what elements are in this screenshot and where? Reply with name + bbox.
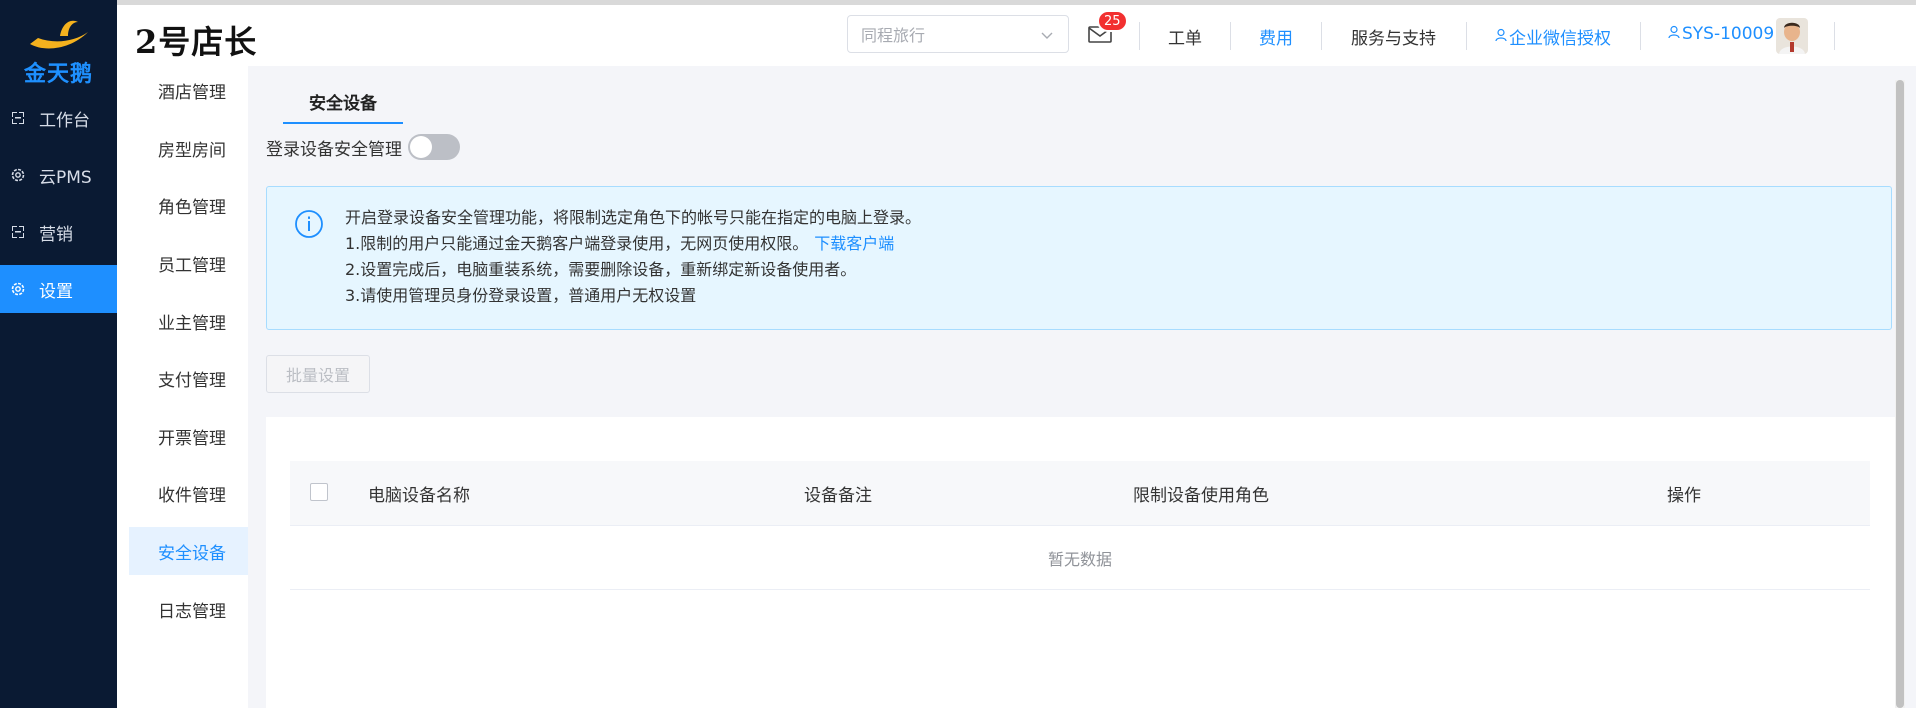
logo: 金天鹅 (0, 6, 117, 87)
left-rail: 金天鹅 工作台 云PMS 营销 设置 (0, 0, 117, 708)
rail-item-marketing[interactable]: 营销 (0, 208, 117, 256)
notice-line: 开启登录设备安全管理功能，将限制选定角色下的帐号只能在指定的电脑上登录。 (345, 208, 922, 227)
rail-item-cloud-pms[interactable]: 云PMS (0, 151, 117, 199)
workbench-icon (9, 109, 27, 127)
user-id-label: SYS-10009 (1682, 24, 1775, 44)
toggle-label: 登录设备安全管理 (266, 139, 402, 160)
submenu-item-roles[interactable]: 角色管理 (129, 181, 248, 229)
column-device-name: 电脑设备名称 (368, 486, 470, 506)
notice-line-text: 1.限制的用户只能通过金天鹅客户端登录使用，无网页使用权限。 (345, 234, 809, 253)
hotel-select-value: 同程旅行 (861, 26, 926, 45)
submenu-item-payment[interactable]: 支付管理 (129, 354, 248, 402)
submenu-item-logs[interactable]: 日志管理 (129, 585, 248, 633)
swan-logo-icon (30, 20, 88, 49)
marketing-icon (9, 223, 27, 241)
divider (1640, 22, 1641, 50)
rail-item-workbench[interactable]: 工作台 (0, 94, 117, 142)
notice-line: 1.限制的用户只能通过金天鹅客户端登录使用，无网页使用权限。 下载客户端 (345, 231, 921, 257)
notice-line: 2.设置完成后，电脑重装系统，需要删除设备，重新绑定新设备使用者。 (345, 260, 857, 279)
user-account-link[interactable]: SYS-10009 (1668, 24, 1774, 44)
submenu-item-staff[interactable]: 员工管理 (129, 239, 248, 287)
ticket-link[interactable]: 工单 (1168, 24, 1202, 49)
notice-text: 开启登录设备安全管理功能，将限制选定角色下的帐号只能在指定的电脑上登录。 1.限… (345, 205, 921, 309)
table-empty-state: 暂无数据 (290, 526, 1870, 590)
rail-item-label: 营销 (39, 224, 73, 245)
user-icon (1495, 27, 1507, 47)
rail-item-settings[interactable]: 设置 (0, 265, 117, 313)
device-security-switch[interactable] (408, 134, 460, 160)
logo-text: 金天鹅 (23, 62, 93, 87)
device-table: 电脑设备名称 设备备注 限制设备使用角色 操作 暂无数据 (290, 461, 1870, 590)
service-support-link[interactable]: 服务与支持 (1351, 24, 1436, 49)
switch-knob (410, 136, 432, 158)
submenu-item-receiving[interactable]: 收件管理 (129, 469, 248, 517)
info-icon (294, 209, 324, 243)
settings-submenu: 酒店管理 房型房间 角色管理 员工管理 业主管理 支付管理 开票管理 收件管理 … (117, 66, 248, 708)
user-icon (1668, 24, 1680, 44)
chevron-down-icon (1040, 27, 1054, 46)
device-security-toggle-row: 登录设备安全管理 (266, 134, 460, 160)
submenu-item-security-devices[interactable]: 安全设备 (129, 527, 248, 575)
column-restricted-roles: 限制设备使用角色 (1133, 486, 1269, 506)
divider (1466, 22, 1467, 50)
scrollbar-thumb[interactable] (1896, 80, 1904, 708)
submenu-item-invoice[interactable]: 开票管理 (129, 412, 248, 460)
wechat-auth-label: 企业微信授权 (1509, 29, 1611, 49)
avatar[interactable] (1776, 18, 1808, 54)
brand-title: 2号店长 (135, 23, 258, 61)
wechat-auth-link[interactable]: 企业微信授权 (1495, 24, 1611, 49)
main-content: 安全设备 登录设备安全管理 开启登录设备安全管理功能，将限制选定角色下的帐号只能… (248, 66, 1895, 708)
download-client-link[interactable]: 下载客户端 (814, 234, 894, 253)
rail-item-label: 设置 (39, 281, 73, 302)
info-notice: 开启登录设备安全管理功能，将限制选定角色下的帐号只能在指定的电脑上登录。 1.限… (266, 186, 1892, 330)
submenu-item-owners[interactable]: 业主管理 (129, 297, 248, 345)
column-device-note: 设备备注 (804, 486, 872, 506)
mail-badge: 25 (1097, 10, 1128, 32)
top-header: 2号店长 同程旅行 25 工单 费用 服务与支持 企业微信授权 SYS-1000… (117, 0, 1916, 66)
divider (1230, 22, 1231, 50)
submenu-item-hotel[interactable]: 酒店管理 (129, 66, 248, 114)
hotel-select[interactable]: 同程旅行 (847, 15, 1069, 53)
gear-icon (9, 280, 27, 298)
tab-security-devices[interactable]: 安全设备 (283, 80, 403, 124)
gear-icon (9, 166, 27, 184)
notice-line: 3.请使用管理员身份登录设置，普通用户无权设置 (345, 286, 697, 305)
rail-item-label: 云PMS (39, 167, 92, 188)
submenu-item-room-types[interactable]: 房型房间 (129, 124, 248, 172)
vertical-scrollbar[interactable] (1895, 80, 1905, 708)
divider (1139, 22, 1140, 50)
divider (1321, 22, 1322, 50)
column-actions: 操作 (1667, 486, 1701, 506)
device-table-panel: 电脑设备名称 设备备注 限制设备使用角色 操作 暂无数据 (266, 417, 1895, 708)
divider (1834, 22, 1835, 50)
fees-link[interactable]: 费用 (1259, 24, 1293, 49)
rail-item-label: 工作台 (39, 110, 90, 131)
select-all-checkbox[interactable] (310, 483, 328, 501)
batch-settings-button[interactable]: 批量设置 (266, 355, 370, 393)
table-header: 电脑设备名称 设备备注 限制设备使用角色 操作 (290, 461, 1870, 526)
